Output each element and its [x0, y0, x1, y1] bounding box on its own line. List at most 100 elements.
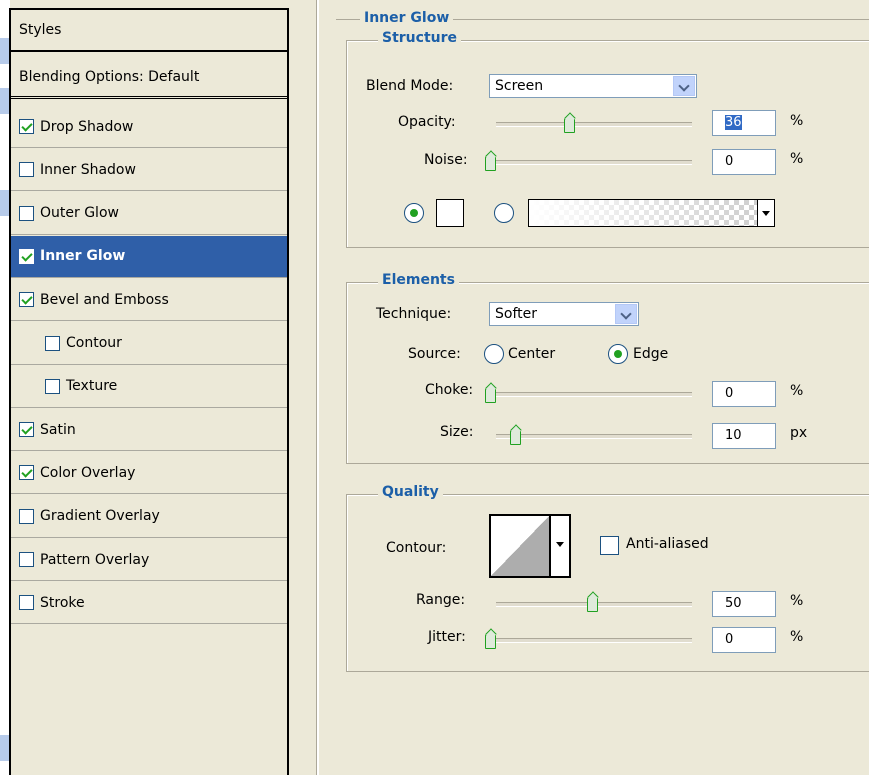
- style-item-checkbox[interactable]: [19, 248, 34, 264]
- style-item-checkbox[interactable]: [19, 552, 34, 567]
- style-item-checkbox[interactable]: [19, 292, 34, 308]
- opacity-slider-thumb[interactable]: [564, 118, 575, 133]
- style-item-label: Pattern Overlay: [40, 551, 150, 568]
- technique-label: Technique:: [376, 306, 452, 322]
- style-item-checkbox[interactable]: [19, 162, 34, 178]
- noise-input[interactable]: 0: [712, 149, 776, 175]
- style-item-label: Inner Glow: [40, 248, 126, 265]
- style-item-label: Inner Shadow: [40, 161, 136, 178]
- contour-preview[interactable]: [489, 514, 551, 578]
- anti-aliased-checkbox[interactable]: [600, 536, 619, 555]
- style-item-checkbox[interactable]: [19, 119, 34, 134]
- choke-value: 0: [725, 386, 734, 401]
- choke-slider-thumb[interactable]: [485, 388, 496, 403]
- structure-title: Structure: [378, 30, 462, 46]
- size-value: 10: [725, 428, 742, 443]
- opacity-input[interactable]: 36: [712, 110, 776, 136]
- style-item-label: Outer Glow: [40, 205, 119, 222]
- choke-unit: %: [790, 383, 804, 399]
- style-item-pattern-overlay[interactable]: Pattern Overlay: [11, 539, 287, 581]
- style-item-contour[interactable]: Contour: [11, 323, 287, 365]
- quality-group: [346, 494, 869, 672]
- jitter-unit: %: [790, 629, 804, 645]
- style-item-inner-glow[interactable]: Inner Glow: [11, 235, 287, 278]
- style-item-inner-shadow[interactable]: Inner Shadow: [11, 149, 287, 192]
- choke-input[interactable]: 0: [712, 381, 776, 407]
- style-item-bevel-and-emboss[interactable]: Bevel and Emboss: [11, 279, 287, 322]
- size-slider-track[interactable]: [496, 434, 692, 439]
- style-item-checkbox[interactable]: [19, 422, 34, 438]
- anti-aliased-label: Anti-aliased: [626, 536, 709, 552]
- glow-color-swatch[interactable]: [436, 199, 464, 227]
- inner-glow-title: Inner Glow: [360, 10, 454, 26]
- style-item-checkbox[interactable]: [19, 595, 34, 611]
- elements-title: Elements: [378, 272, 459, 288]
- range-label: Range:: [416, 592, 466, 608]
- styles-header-label: Styles: [19, 22, 62, 38]
- jitter-slider-thumb[interactable]: [485, 634, 496, 649]
- range-input[interactable]: 50: [712, 591, 776, 617]
- source-center-radio[interactable]: [484, 344, 504, 364]
- style-item-checkbox[interactable]: [19, 205, 34, 221]
- technique-select[interactable]: Softer: [489, 302, 639, 326]
- style-item-label: Gradient Overlay: [40, 508, 160, 525]
- jitter-input[interactable]: 0: [712, 627, 776, 653]
- noise-value: 0: [725, 154, 734, 169]
- style-item-label: Drop Shadow: [40, 118, 134, 135]
- blending-options-label: Blending Options: Default: [19, 68, 200, 85]
- opacity-unit: %: [790, 113, 804, 129]
- gradient-preview[interactable]: [528, 199, 758, 227]
- style-item-color-overlay[interactable]: Color Overlay: [11, 452, 287, 495]
- range-slider-thumb[interactable]: [587, 597, 598, 612]
- style-item-checkbox[interactable]: [19, 508, 34, 524]
- style-item-label: Contour: [66, 335, 122, 351]
- panel-divider: [316, 0, 319, 775]
- choke-slider-track[interactable]: [490, 392, 692, 397]
- range-unit: %: [790, 593, 804, 609]
- opacity-slider-track[interactable]: [496, 122, 692, 127]
- style-item-label: Bevel and Emboss: [40, 291, 169, 308]
- source-center-label: Center: [508, 346, 556, 362]
- style-item-drop-shadow[interactable]: Drop Shadow: [11, 106, 287, 148]
- gradient-radio[interactable]: [494, 203, 514, 223]
- range-value: 50: [725, 596, 742, 611]
- source-label: Source:: [408, 346, 461, 362]
- style-item-label: Stroke: [40, 594, 85, 611]
- quality-title: Quality: [378, 484, 443, 500]
- style-item-outer-glow[interactable]: Outer Glow: [11, 193, 287, 235]
- contour-dropdown-button[interactable]: [551, 514, 571, 578]
- style-item-stroke[interactable]: Stroke: [11, 582, 287, 625]
- style-item-checkbox[interactable]: [45, 378, 60, 394]
- style-item-gradient-overlay[interactable]: Gradient Overlay: [11, 496, 287, 538]
- opacity-label: Opacity:: [398, 114, 456, 130]
- blend-mode-value: Screen: [495, 78, 544, 94]
- jitter-slider-track[interactable]: [490, 638, 692, 643]
- style-item-checkbox[interactable]: [19, 465, 34, 481]
- style-item-label: Satin: [40, 421, 76, 438]
- style-item-checkbox[interactable]: [45, 335, 60, 351]
- technique-value: Softer: [495, 306, 537, 322]
- size-slider-thumb[interactable]: [510, 430, 521, 445]
- styles-list: Styles Blending Options: Default Drop Sh…: [9, 8, 289, 775]
- style-item-texture[interactable]: Texture: [11, 366, 287, 408]
- size-label: Size:: [440, 424, 474, 440]
- style-item-label: Color Overlay: [40, 464, 136, 481]
- blending-options-row[interactable]: Blending Options: Default: [11, 57, 287, 99]
- styles-header[interactable]: Styles: [11, 10, 287, 52]
- jitter-value: 0: [725, 632, 734, 647]
- opacity-value: 36: [725, 115, 742, 130]
- gradient-dropdown-button[interactable]: [757, 199, 775, 227]
- size-input[interactable]: 10: [712, 423, 776, 449]
- chevron-down-icon[interactable]: [673, 76, 695, 96]
- blend-mode-select[interactable]: Screen: [489, 74, 697, 98]
- solid-color-radio[interactable]: [404, 203, 424, 223]
- source-edge-radio[interactable]: [608, 344, 628, 364]
- noise-unit: %: [790, 151, 804, 167]
- style-item-label: Texture: [66, 378, 118, 395]
- noise-label: Noise:: [424, 152, 468, 168]
- chevron-down-icon[interactable]: [615, 304, 637, 324]
- blend-mode-label: Blend Mode:: [366, 78, 454, 94]
- noise-slider-thumb[interactable]: [485, 156, 496, 171]
- style-item-satin[interactable]: Satin: [11, 409, 287, 452]
- noise-slider-track[interactable]: [490, 160, 692, 165]
